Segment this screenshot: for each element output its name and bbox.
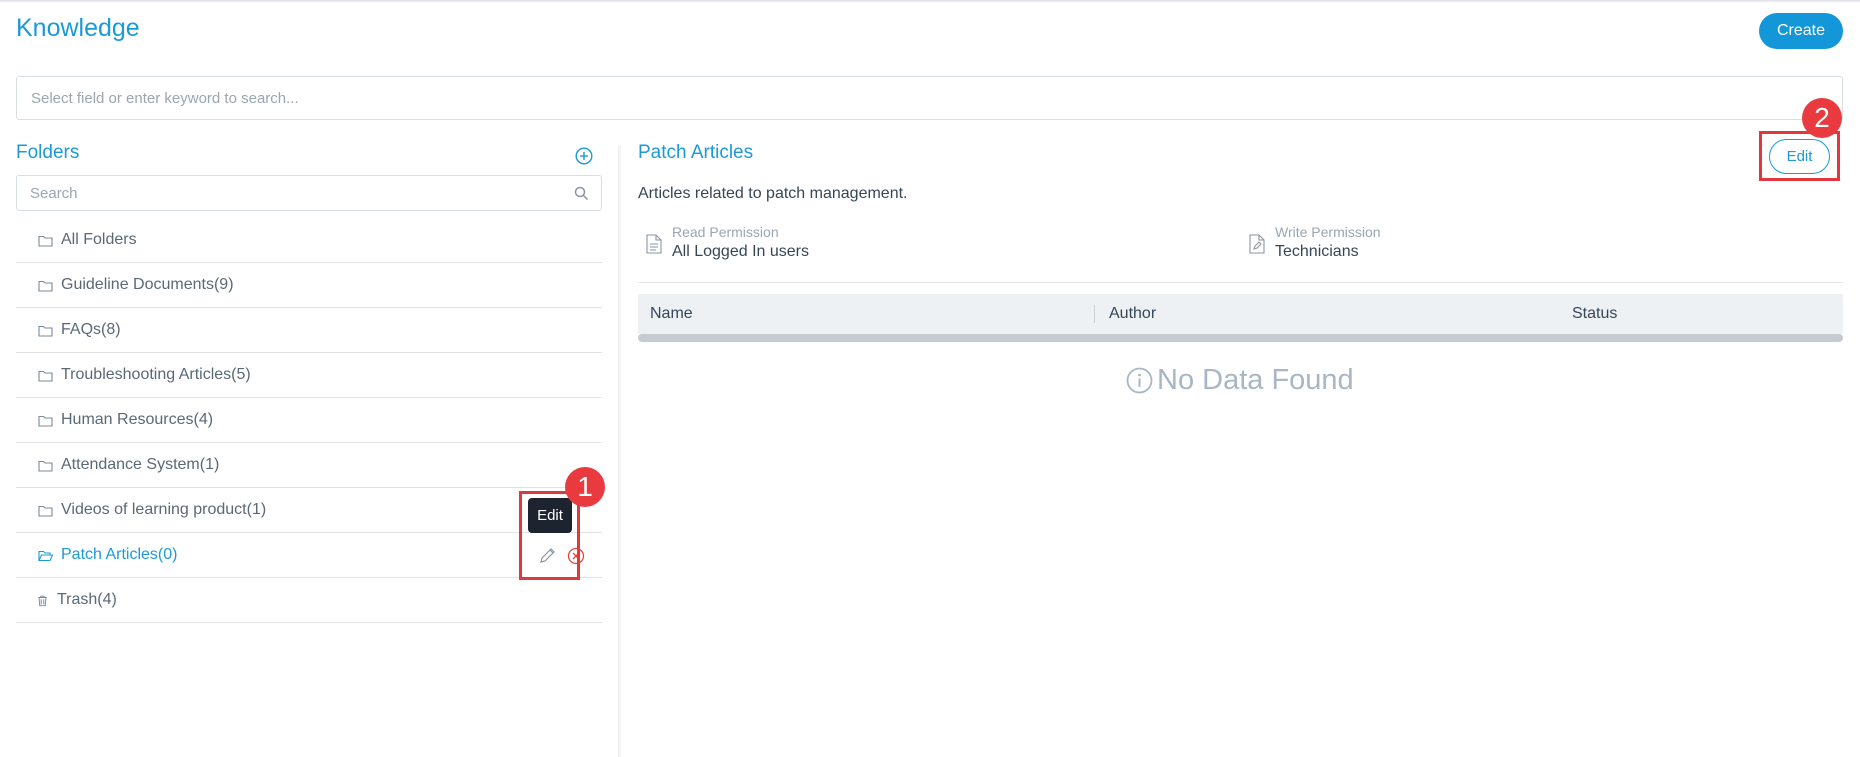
folder-icon (38, 235, 53, 247)
page-title: Knowledge (16, 14, 140, 42)
add-folder-icon[interactable] (575, 147, 593, 165)
column-separator (1094, 305, 1095, 323)
folder-item-human-resources[interactable]: Human Resources(4) (16, 398, 602, 443)
folder-icon (38, 280, 53, 292)
column-header-name[interactable]: Name (650, 305, 693, 323)
folder-icon (38, 505, 53, 517)
folder-item-troubleshooting-articles[interactable]: Troubleshooting Articles(5) (16, 353, 602, 398)
folder-item-videos-of-learning-product[interactable]: Videos of learning product(1) (16, 488, 602, 533)
folder-label: Guideline Documents(9) (61, 276, 234, 293)
write-permission-value: Technicians (1275, 243, 1359, 260)
write-permission: Write Permission Technicians (1249, 223, 1381, 263)
column-header-author[interactable]: Author (1109, 305, 1156, 323)
read-permission-value: All Logged In users (672, 243, 809, 260)
folder-item-faqs[interactable]: FAQs(8) (16, 308, 602, 353)
folders-title: Folders (16, 142, 80, 163)
column-header-status[interactable]: Status (1572, 305, 1617, 323)
horizontal-scrollbar[interactable] (638, 334, 1843, 342)
read-permission-label: Read Permission (672, 224, 779, 240)
folder-label: FAQs(8) (61, 321, 121, 338)
folder-label: Human Resources(4) (61, 411, 214, 428)
folder-item-all-folders[interactable]: All Folders (16, 218, 602, 263)
folder-list: All Folders Guideline Documents(9) FAQs(… (16, 218, 602, 623)
folder-label: Attendance System(1) (61, 456, 220, 473)
detail-description: Articles related to patch management. (638, 185, 908, 202)
write-permission-label: Write Permission (1275, 224, 1381, 240)
detail-title: Patch Articles (638, 142, 754, 163)
folder-label: Patch Articles(0) (61, 546, 178, 563)
panel-divider (618, 145, 621, 757)
folder-item-attendance-system[interactable]: Attendance System(1) (16, 443, 602, 488)
annotation-box-1 (519, 491, 580, 580)
folder-label: Trash(4) (57, 591, 117, 608)
info-icon (1126, 367, 1153, 394)
create-button[interactable]: Create (1759, 13, 1843, 49)
annotation-box-2 (1759, 131, 1840, 181)
table-header: Name Author Status (638, 294, 1843, 334)
search-icon (574, 186, 589, 201)
search-input[interactable]: Select field or enter keyword to search.… (16, 76, 1843, 120)
folder-search-input[interactable]: Search (16, 175, 602, 211)
folder-item-trash[interactable]: Trash(4) (16, 578, 602, 623)
empty-state: No Data Found (1126, 364, 1354, 397)
folder-open-icon (38, 550, 53, 561)
folder-search-placeholder: Search (30, 184, 78, 202)
annotation-badge-2: 2 (1802, 98, 1842, 138)
top-shadow (0, 0, 1860, 3)
folder-icon (38, 325, 53, 337)
folder-icon (38, 370, 53, 382)
folder-label: Videos of learning product(1) (61, 501, 267, 518)
empty-state-text: No Data Found (1157, 364, 1354, 396)
folder-icon (38, 460, 53, 472)
trash-icon (38, 595, 47, 606)
document-icon (646, 234, 662, 254)
folder-item-patch-articles[interactable]: Patch Articles(0) (16, 533, 602, 578)
section-divider (638, 282, 1843, 283)
folder-label: Troubleshooting Articles(5) (61, 366, 251, 383)
read-permission: Read Permission All Logged In users (646, 223, 809, 263)
document-edit-icon (1249, 234, 1265, 254)
folder-item-guideline-documents[interactable]: Guideline Documents(9) (16, 263, 602, 308)
folder-label: All Folders (61, 231, 137, 248)
annotation-badge-1: 1 (565, 467, 605, 507)
folder-icon (38, 415, 53, 427)
